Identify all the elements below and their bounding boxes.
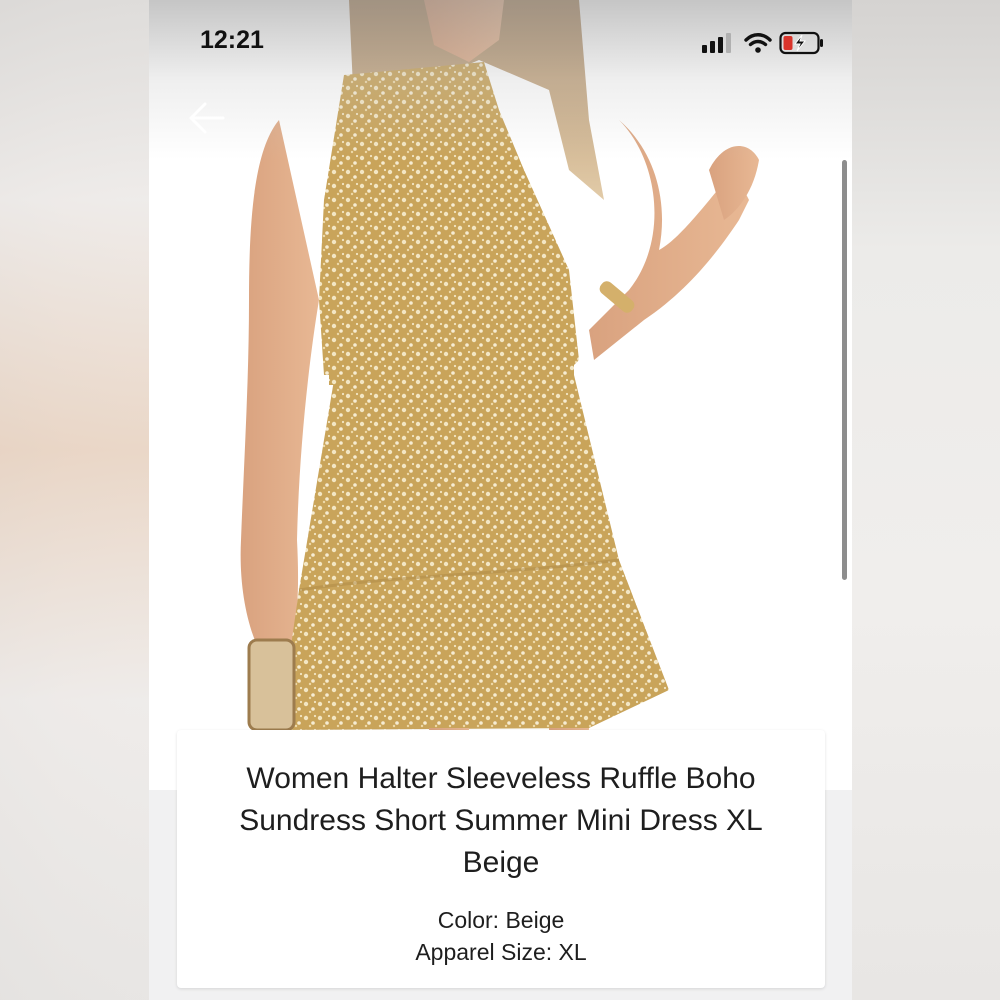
phone-screen: 12:21 Women Halter Sleeveless Ruffle Boh… (149, 0, 852, 1000)
background-blur-left (0, 0, 150, 1000)
arrow-left-icon (189, 102, 225, 134)
product-size: Apparel Size: XL (415, 939, 587, 965)
background-blur-right (852, 0, 1000, 1000)
status-bar: 12:21 (149, 0, 852, 80)
cellular-signal-icon (702, 33, 734, 58)
scrollbar[interactable] (842, 160, 847, 580)
product-color: Color: Beige (437, 907, 565, 933)
product-attributes: Color: Beige Apparel Size: XL (177, 904, 825, 968)
battery-charging-icon (779, 31, 825, 60)
product-title: Women Halter Sleeveless Ruffle Boho Sund… (239, 762, 763, 879)
wifi-icon (744, 32, 772, 59)
back-button[interactable] (187, 100, 227, 136)
product-photo[interactable] (149, 0, 852, 790)
product-info-card: Women Halter Sleeveless Ruffle Boho Sund… (177, 730, 825, 988)
status-time: 12:21 (200, 26, 264, 54)
